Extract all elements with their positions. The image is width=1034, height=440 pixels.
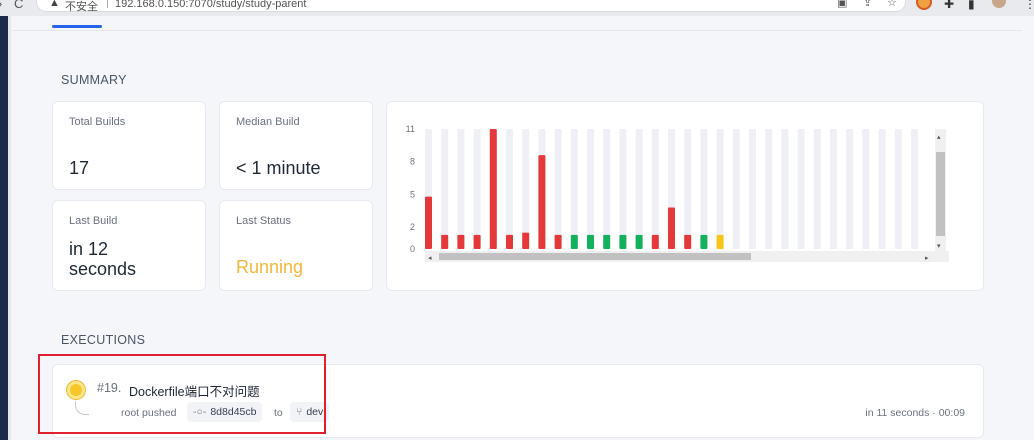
last-status-card: Last Status Running bbox=[219, 200, 373, 291]
profile-avatar[interactable] bbox=[992, 0, 1006, 8]
bar-background bbox=[911, 129, 918, 249]
share-icon[interactable]: ⇪ bbox=[863, 0, 872, 9]
execution-relative-time: in 11 seconds bbox=[865, 407, 930, 419]
bar-background bbox=[441, 129, 449, 249]
bar-background bbox=[635, 129, 643, 249]
sidebar-icon[interactable]: ▮ bbox=[968, 0, 975, 11]
bar-background bbox=[894, 129, 902, 249]
median-build-label: Median Build bbox=[236, 116, 300, 128]
build-bar-success[interactable] bbox=[619, 234, 627, 249]
y-tick-label: 11 bbox=[406, 124, 415, 134]
last-build-value-line1: in 12 bbox=[69, 239, 109, 259]
last-build-value-line2: seconds bbox=[69, 259, 137, 279]
build-bar-failed[interactable] bbox=[473, 234, 481, 249]
scroll-right-icon[interactable]: ▸ bbox=[925, 254, 929, 262]
build-bar-failed[interactable] bbox=[554, 234, 562, 249]
y-tick-label: 0 bbox=[410, 244, 415, 254]
build-bar-failed[interactable] bbox=[506, 234, 513, 249]
last-status-label: Last Status bbox=[236, 215, 292, 227]
bar-background bbox=[603, 129, 611, 249]
app-nav-strip bbox=[0, 16, 8, 440]
bar-background bbox=[813, 129, 821, 249]
bar-background bbox=[570, 129, 578, 249]
bar-background bbox=[587, 129, 594, 249]
address-bar[interactable]: ▲ 不安全 192.168.0.150:7070/study/study-par… bbox=[36, 0, 906, 14]
bar-background bbox=[797, 129, 805, 249]
execution-duration: 00:09 bbox=[938, 407, 965, 419]
address-separator bbox=[107, 0, 108, 8]
bar-background bbox=[878, 129, 886, 249]
build-bar-success[interactable] bbox=[603, 234, 611, 249]
build-bar-success[interactable] bbox=[635, 234, 643, 249]
scroll-left-icon[interactable]: ◂ bbox=[428, 254, 432, 262]
median-build-card: Median Build < 1 minute bbox=[219, 101, 373, 190]
bar-background bbox=[781, 129, 789, 249]
last-build-card: Last Build in 12 seconds bbox=[52, 200, 206, 291]
bar-background bbox=[619, 129, 627, 249]
bar-background bbox=[846, 129, 854, 249]
last-status-value: Running bbox=[236, 257, 304, 277]
build-bar-success[interactable] bbox=[700, 234, 708, 249]
bar-background bbox=[457, 129, 465, 249]
build-bar-failed[interactable] bbox=[425, 196, 432, 249]
build-bar-running[interactable] bbox=[716, 234, 724, 249]
browser-toolbar: › C ▲ 不安全 192.168.0.150:7070/study/study… bbox=[0, 0, 1034, 16]
bar-background bbox=[473, 129, 481, 249]
bar-background bbox=[554, 129, 562, 249]
nav-border bbox=[8, 16, 11, 440]
build-bar-failed[interactable] bbox=[457, 234, 465, 249]
y-tick-label: 2 bbox=[410, 222, 415, 232]
bar-background bbox=[651, 129, 659, 249]
bar-background bbox=[506, 129, 513, 249]
median-build-value: < 1 minute bbox=[236, 158, 321, 178]
build-duration-chart: 11 8 5 2 0 ◂ ▸ ▴ ▾ bbox=[406, 124, 949, 262]
bar-background bbox=[765, 129, 773, 249]
highlight-annotation-box bbox=[38, 354, 326, 434]
vertical-scrollbar-thumb[interactable] bbox=[936, 152, 945, 236]
puzzle-icon[interactable]: ✚ bbox=[944, 0, 954, 11]
y-tick-label: 5 bbox=[410, 189, 415, 199]
back-icon[interactable]: › bbox=[0, 0, 2, 11]
bar-background bbox=[862, 129, 870, 249]
build-duration-chart-card: 11 8 5 2 0 ◂ ▸ ▴ ▾ bbox=[386, 101, 984, 291]
summary-title: SUMMARY bbox=[61, 73, 127, 87]
build-bar-failed[interactable] bbox=[651, 234, 659, 249]
build-bar-failed[interactable] bbox=[668, 207, 675, 249]
horizontal-scrollbar-thumb[interactable] bbox=[439, 253, 751, 260]
reload-icon[interactable]: C bbox=[14, 0, 23, 11]
menu-icon[interactable]: ⋮ bbox=[1024, 0, 1034, 11]
scroll-down-icon[interactable]: ▾ bbox=[937, 242, 941, 250]
tab-divider bbox=[12, 30, 1022, 31]
total-builds-label: Total Builds bbox=[69, 116, 126, 128]
bar-background bbox=[732, 129, 740, 249]
build-bar-failed[interactable] bbox=[489, 129, 497, 249]
build-bar-failed[interactable] bbox=[441, 234, 449, 249]
bar-background bbox=[522, 129, 530, 249]
url-text[interactable]: 192.168.0.150:7070/study/study-parent bbox=[115, 0, 306, 10]
scroll-up-icon[interactable]: ▴ bbox=[937, 133, 941, 141]
bar-background bbox=[749, 129, 756, 249]
build-bar-failed[interactable] bbox=[522, 232, 530, 249]
last-build-label: Last Build bbox=[69, 215, 118, 227]
insecure-label[interactable]: 不安全 bbox=[65, 0, 98, 14]
active-tab-indicator bbox=[52, 25, 102, 28]
bookmark-star-icon[interactable]: ☆ bbox=[887, 0, 897, 9]
bar-background bbox=[700, 129, 708, 249]
extension-icon[interactable] bbox=[916, 0, 932, 10]
total-builds-value: 17 bbox=[69, 158, 90, 178]
bar-background bbox=[830, 129, 837, 249]
execution-timing: in 11 seconds · 00:09 bbox=[865, 407, 965, 419]
executions-title: EXECUTIONS bbox=[61, 333, 146, 347]
build-bar-success[interactable] bbox=[570, 234, 578, 249]
build-bar-failed[interactable] bbox=[538, 155, 546, 249]
warning-icon[interactable]: ▲ bbox=[49, 0, 60, 9]
translate-icon[interactable]: ▣ bbox=[837, 0, 847, 9]
build-bar-success[interactable] bbox=[587, 234, 594, 249]
timing-dot: · bbox=[932, 407, 936, 419]
build-bar-failed[interactable] bbox=[684, 234, 692, 249]
bar-background bbox=[716, 129, 724, 249]
total-builds-card: Total Builds 17 bbox=[52, 101, 206, 190]
y-tick-label: 8 bbox=[410, 157, 415, 167]
bar-background bbox=[684, 129, 692, 249]
